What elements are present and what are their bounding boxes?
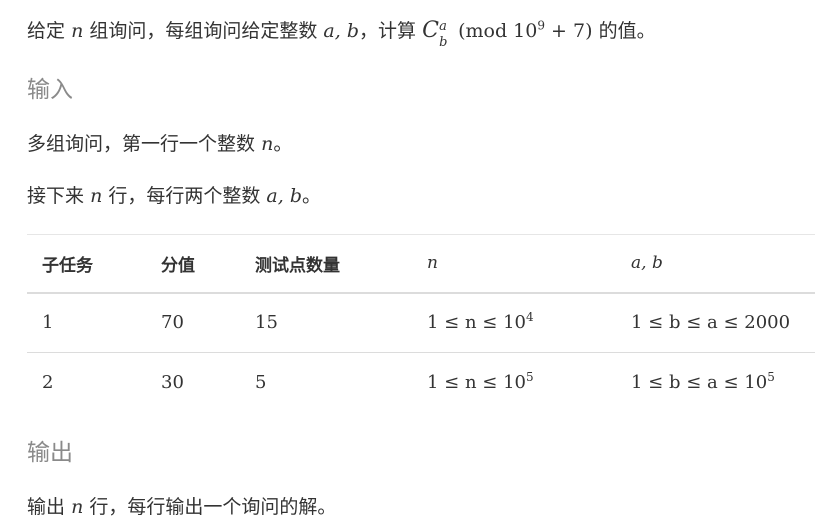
combination-symbol: C: [422, 18, 439, 43]
math-n: n: [261, 133, 274, 155]
input-text: 多组询问，第一行一个整数: [27, 133, 256, 155]
col-header-score: 分值: [161, 255, 195, 276]
subtask-table: 子任务 分值 测试点数量 n a, b 1 70 15 1 ≤ n ≤ 104 …: [27, 234, 815, 413]
mod-open: (mod 10: [458, 20, 538, 42]
input-line-1: 多组询问，第一行一个整数 n。: [27, 131, 292, 157]
ab-range-exp: 5: [767, 370, 775, 385]
math-n: n: [90, 185, 103, 207]
statement-text: 给定: [27, 20, 66, 42]
mod-close: + 7): [551, 20, 593, 42]
math-n: n: [71, 496, 84, 518]
math-combination: Cab: [422, 18, 452, 50]
input-text: 行，每行两个整数: [108, 185, 261, 207]
table-row: 1 70 15 1 ≤ n ≤ 104 1 ≤ b ≤ a ≤ 2000: [27, 293, 815, 353]
math-ab: a, b: [266, 185, 302, 207]
n-range-exp: 5: [526, 370, 534, 385]
cell-n-range: 1 ≤ n ≤ 104: [412, 293, 616, 353]
col-header-subtask: 子任务: [42, 255, 93, 276]
ab-range-text: 1 ≤ b ≤ a ≤ 2000: [631, 312, 791, 334]
cell-count: 5: [255, 372, 267, 394]
output-text: 输出: [27, 496, 66, 518]
math-ab: a, b: [323, 20, 359, 42]
cell-score: 30: [161, 372, 184, 394]
statement-text: 的值。: [598, 20, 656, 42]
statement-text: ，计算: [359, 20, 417, 42]
statement-text: 组询问，每组询问给定整数: [89, 20, 318, 42]
cell-n-range: 1 ≤ n ≤ 105: [412, 353, 616, 413]
cell-subtask: 1: [42, 312, 54, 334]
output-heading: 输出: [27, 440, 73, 466]
problem-statement: 给定 n 组询问，每组询问给定整数 a, b，计算 Cab (mod 109 +…: [27, 18, 656, 50]
ab-range-text: 1 ≤ b ≤ a ≤ 10: [631, 372, 768, 394]
cell-ab-range: 1 ≤ b ≤ a ≤ 2000: [616, 293, 815, 353]
n-range-text: 1 ≤ n ≤ 10: [427, 372, 526, 394]
col-header-ab: a, b: [631, 253, 663, 274]
n-range-text: 1 ≤ n ≤ 10: [427, 312, 526, 334]
table-header-row: 子任务 分值 测试点数量 n a, b: [27, 234, 815, 293]
input-heading: 输入: [27, 77, 73, 103]
input-text: 接下来: [27, 185, 85, 207]
cell-ab-range: 1 ≤ b ≤ a ≤ 105: [616, 353, 815, 413]
input-text: 。: [302, 185, 322, 207]
math-n: n: [71, 20, 84, 42]
col-header-n: n: [427, 253, 438, 274]
n-range-exp: 4: [526, 310, 534, 325]
input-text: 。: [273, 133, 293, 155]
combination-sub: b: [439, 35, 448, 50]
output-line: 输出 n 行，每行输出一个询问的解。: [27, 494, 336, 520]
col-header-count: 测试点数量: [255, 255, 340, 276]
cell-score: 70: [161, 312, 184, 334]
output-text: 行，每行输出一个询问的解。: [89, 496, 337, 518]
input-line-2: 接下来 n 行，每行两个整数 a, b。: [27, 183, 321, 209]
table-row: 2 30 5 1 ≤ n ≤ 105 1 ≤ b ≤ a ≤ 105: [27, 353, 815, 413]
cell-subtask: 2: [42, 372, 54, 394]
math-modulus: (mod 109 + 7): [458, 20, 592, 42]
mod-exponent: 9: [537, 18, 545, 33]
cell-count: 15: [255, 312, 278, 334]
